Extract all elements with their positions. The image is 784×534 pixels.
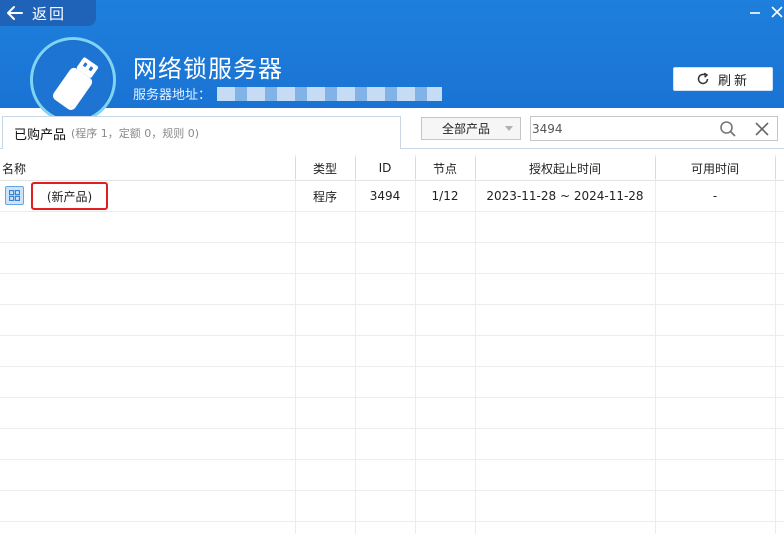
- tab-divider-left: [0, 148, 2, 149]
- empty-row: [0, 243, 784, 274]
- header-divider: [355, 157, 356, 179]
- column-header-period[interactable]: 授权起止时间: [475, 155, 655, 181]
- column-header-nodes[interactable]: 节点: [415, 155, 475, 181]
- product-filter-select[interactable]: 全部产品: [421, 117, 521, 140]
- header-banner: 返回 网络锁服务器 服务器地址： 刷新: [0, 0, 784, 123]
- refresh-label: 刷新: [717, 73, 750, 89]
- product-available: -: [712, 189, 718, 203]
- empty-row: [0, 305, 784, 336]
- refresh-icon: [697, 72, 709, 85]
- empty-row: [0, 336, 784, 367]
- product-period: 2023-11-28 ~ 2024-11-28: [486, 189, 644, 203]
- back-label: 返回: [32, 4, 67, 23]
- header-divider: [415, 157, 416, 179]
- search-icon[interactable]: [719, 120, 737, 138]
- header-divider: [775, 157, 776, 179]
- product-filter-value: 全部产品: [442, 122, 491, 136]
- empty-row: [0, 212, 784, 243]
- redacted-address: [217, 86, 443, 101]
- product-type: 程序: [312, 189, 337, 204]
- arrow-left-icon: [7, 6, 23, 20]
- usb-dongle-icon: [52, 57, 99, 110]
- server-address: 服务器地址：: [133, 84, 443, 103]
- product-nodes: 1/12: [431, 189, 459, 203]
- app-title: 网络锁服务器: [133, 55, 283, 83]
- column-header-id[interactable]: ID: [355, 155, 415, 181]
- tab-divider: [401, 148, 784, 149]
- empty-row: [0, 491, 784, 522]
- tab-summary: (程序 1，定额 0，规则 0): [71, 127, 200, 140]
- search-box: [530, 116, 778, 141]
- empty-row: [0, 429, 784, 460]
- search-input[interactable]: [532, 119, 712, 138]
- close-icon[interactable]: [768, 3, 784, 21]
- app-logo: [30, 37, 116, 123]
- refresh-button[interactable]: 刷新: [673, 67, 773, 91]
- minimize-icon[interactable]: [746, 3, 764, 21]
- tab-purchased-products[interactable]: 已购产品 (程序 1，定额 0，规则 0): [2, 116, 401, 149]
- header-divider: [475, 157, 476, 179]
- empty-row: [0, 398, 784, 429]
- server-address-label: 服务器地址：: [133, 88, 212, 103]
- column-header-type[interactable]: 类型: [295, 155, 355, 181]
- column-header-available[interactable]: 可用时间: [655, 155, 775, 181]
- empty-row: [0, 460, 784, 491]
- product-id: 3494: [369, 189, 401, 203]
- back-button[interactable]: 返回: [0, 0, 96, 26]
- table-header: 名称 类型 ID 节点 授权起止时间 可用时间: [0, 155, 784, 181]
- products-table: 名称 类型 ID 节点 授权起止时间 可用时间 (新产品) 程序 3494 1/…: [0, 155, 784, 534]
- column-header-name[interactable]: 名称: [0, 155, 295, 181]
- chevron-down-icon: [505, 126, 513, 131]
- clear-icon[interactable]: [753, 120, 771, 138]
- tab-label: 已购产品: [14, 127, 67, 143]
- header-divider: [655, 157, 656, 179]
- empty-row: [0, 367, 784, 398]
- product-name: (新产品): [31, 182, 108, 210]
- table-row[interactable]: (新产品) 程序 3494 1/12 2023-11-28 ~ 2024-11-…: [0, 181, 784, 212]
- header-divider: [295, 157, 296, 179]
- empty-row: [0, 274, 784, 305]
- grid-icon: [5, 186, 24, 205]
